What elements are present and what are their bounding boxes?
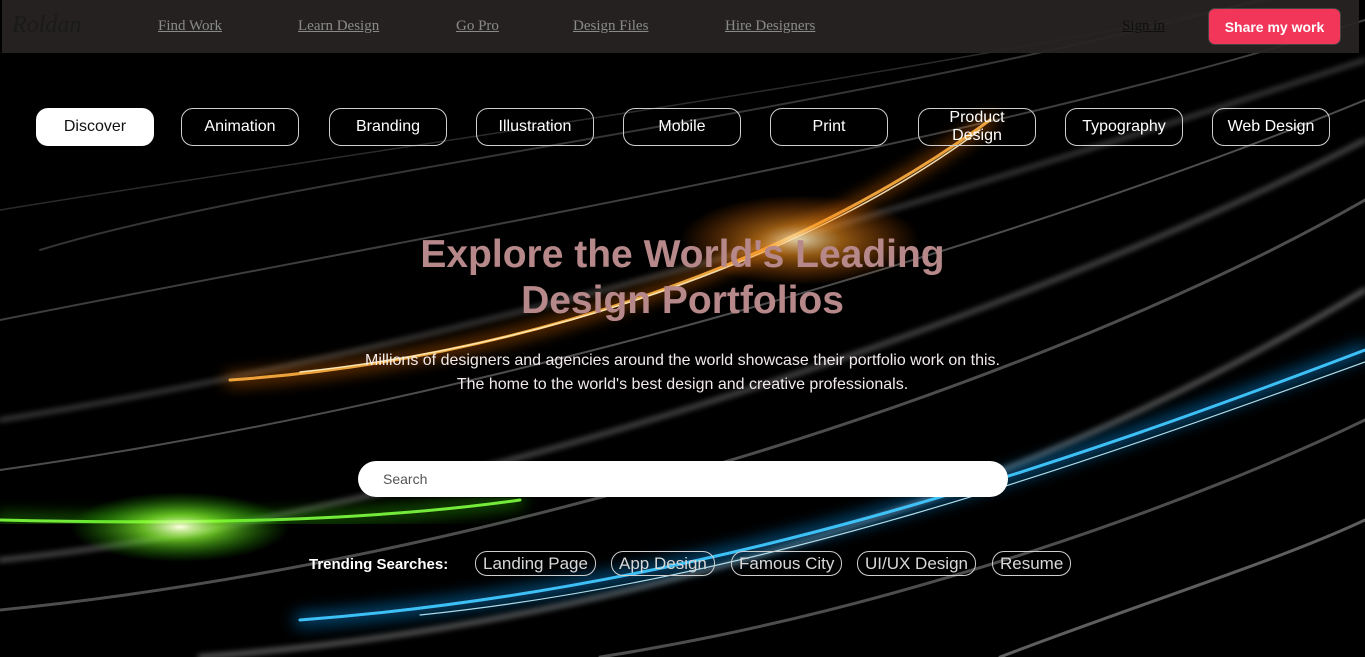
category-print[interactable]: Print [770, 108, 888, 146]
sign-in-link[interactable]: Sign in [1122, 18, 1165, 35]
top-nav: Roldan Find Work Learn Design Go Pro Des… [2, 0, 1359, 53]
category-discover[interactable]: Discover [36, 108, 154, 146]
search-input[interactable] [358, 461, 1008, 497]
hero-title-line-2: Design Portfolios [521, 279, 844, 322]
hero-subtitle: Millions of designers and agencies aroun… [0, 349, 1365, 397]
share-my-work-button[interactable]: Share my work [1209, 9, 1340, 44]
trending-tag-famous-city[interactable]: Famous City [731, 551, 843, 576]
trending-tag-app-design[interactable]: App Design [611, 551, 715, 576]
trending-tag-landing-page[interactable]: Landing Page [475, 551, 596, 576]
category-product-design[interactable]: Product Design [918, 108, 1036, 146]
category-typography[interactable]: Typography [1065, 108, 1183, 146]
trending-searches-label: Trending Searches: [309, 556, 449, 573]
category-filter-bar: Discover Animation Branding Illustration… [0, 108, 1365, 148]
nav-link-go-pro[interactable]: Go Pro [456, 18, 499, 35]
hero-title: Explore the World's Leading Design Portf… [0, 232, 1365, 324]
nav-link-learn-design[interactable]: Learn Design [298, 18, 379, 35]
category-branding[interactable]: Branding [329, 108, 447, 146]
trending-tag-ui-ux-design[interactable]: UI/UX Design [857, 551, 976, 576]
hero-title-line-1: Explore the World's Leading [420, 233, 945, 276]
trending-tag-resume[interactable]: Resume [992, 551, 1072, 576]
category-web-design[interactable]: Web Design [1212, 108, 1330, 146]
hero-subtitle-line-1: Millions of designers and agencies aroun… [364, 352, 1000, 369]
category-illustration[interactable]: Illustration [476, 108, 594, 146]
category-animation[interactable]: Animation [181, 108, 299, 146]
logo[interactable]: Roldan [12, 12, 81, 39]
nav-link-hire-designers[interactable]: Hire Designers [725, 18, 815, 35]
hero-subtitle-line-2: The home to the world's best design and … [456, 376, 909, 393]
nav-link-design-files[interactable]: Design Files [573, 18, 648, 35]
nav-link-find-work[interactable]: Find Work [158, 18, 222, 35]
category-mobile[interactable]: Mobile [623, 108, 741, 146]
